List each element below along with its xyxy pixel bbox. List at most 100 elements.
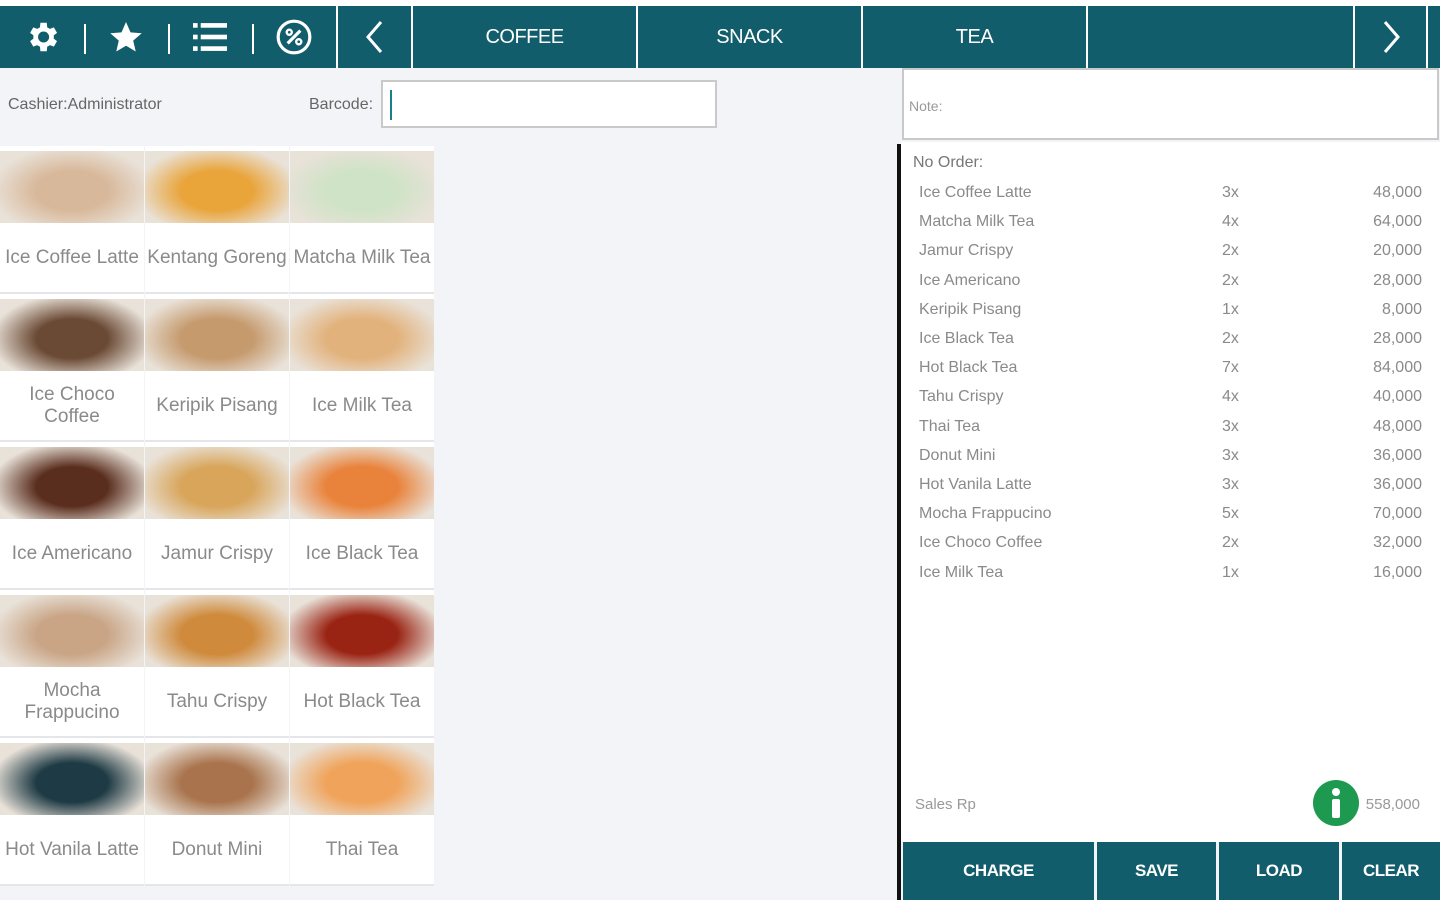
order-item-row[interactable]: Ice Choco Coffee 2x 32,000 — [919, 534, 1422, 563]
order-item-name: Ice Milk Tea — [919, 563, 1004, 581]
product-name: Ice Americano — [11, 542, 133, 564]
favorites-button[interactable] — [84, 6, 168, 68]
sales-total: 558,000 — [1365, 796, 1420, 813]
info-button[interactable] — [1313, 780, 1359, 826]
product-tile[interactable]: Ice Black Tea — [290, 442, 434, 590]
order-item-qty: 2x — [1222, 271, 1239, 289]
product-tile[interactable]: Hot Vanila Latte — [0, 738, 144, 886]
order-item-row[interactable]: Hot Black Tea 7x 84,000 — [919, 359, 1422, 388]
order-item-name: Donut Mini — [919, 446, 996, 464]
order-item-price: 84,000 — [1373, 359, 1422, 377]
product-tile[interactable]: Jamur Crispy — [145, 442, 289, 590]
note-label: Note: — [909, 98, 943, 114]
product-name: Hot Black Tea — [303, 690, 421, 712]
barcode-label: Barcode: — [309, 96, 374, 113]
product-tile[interactable]: Mocha Frappucino — [0, 590, 144, 738]
order-item-qty: 3x — [1222, 184, 1239, 201]
product-image — [290, 299, 434, 371]
text-caret — [390, 90, 392, 120]
product-name: Jamur Crispy — [161, 542, 273, 564]
order-item-row[interactable]: Keripik Pisang 1x 8,000 — [919, 301, 1422, 330]
order-item-qty: 7x — [1222, 359, 1239, 377]
order-item-row[interactable]: Matcha Milk Tea 4x 64,000 — [919, 213, 1422, 242]
order-panel: No Order: Ice Coffee Latte 3x 48,000 Matcha… — [901, 142, 1440, 842]
product-tile[interactable]: Matcha Milk Tea — [290, 146, 434, 294]
product-name: Tahu Crispy — [166, 690, 268, 712]
order-item-row[interactable]: Ice Black Tea 2x 28,000 — [919, 330, 1422, 359]
order-item-name: Ice Choco Coffee — [919, 534, 1043, 552]
discount-button[interactable] — [252, 6, 336, 68]
tab-tea[interactable]: TEA — [863, 6, 1086, 68]
order-item-qty: 1x — [1222, 300, 1239, 318]
product-image — [0, 595, 144, 667]
order-item-price: 40,000 — [1373, 388, 1422, 406]
clear-button[interactable]: CLEAR — [1342, 842, 1440, 900]
toolbar-icon-group — [0, 6, 336, 68]
product-image — [0, 151, 144, 223]
charge-button[interactable]: CHARGE — [903, 842, 1094, 900]
tab-snack[interactable]: SNACK — [638, 6, 861, 68]
order-item-row[interactable]: Jamur Crispy 2x 20,000 — [919, 242, 1422, 271]
order-item-qty: 4x — [1222, 388, 1239, 406]
order-item-name: Matcha Milk Tea — [919, 213, 1035, 231]
product-tile[interactable]: Thai Tea — [290, 738, 434, 886]
product-tile[interactable]: Ice Milk Tea — [290, 294, 434, 442]
product-tile[interactable]: Ice Coffee Latte — [0, 146, 144, 294]
order-item-price: 32,000 — [1373, 534, 1422, 552]
order-item-row[interactable]: Ice Coffee Latte 3x 48,000 — [919, 184, 1422, 213]
order-item-price: 36,000 — [1373, 476, 1422, 493]
list-button[interactable] — [168, 6, 252, 68]
order-item-qty: 3x — [1222, 446, 1239, 464]
load-button[interactable]: LOAD — [1219, 842, 1339, 900]
order-item-name: Ice Americano — [919, 271, 1021, 289]
order-item-name: Ice Black Tea — [919, 330, 1014, 347]
order-item-row[interactable]: Ice Americano 2x 28,000 — [919, 272, 1422, 301]
product-tile[interactable]: Keripik Pisang — [145, 294, 289, 442]
order-item-name: Keripik Pisang — [919, 300, 1022, 318]
order-item-name: Tahu Crispy — [919, 388, 1004, 406]
order-item-name: Hot Black Tea — [919, 359, 1018, 377]
order-item-row[interactable]: Donut Mini 3x 36,000 — [919, 447, 1422, 476]
product-tile[interactable]: Hot Black Tea — [290, 590, 434, 738]
order-item-qty: 4x — [1222, 213, 1239, 231]
percent-icon — [276, 19, 312, 55]
order-item-name: Hot Vanila Latte — [919, 476, 1032, 493]
note-field[interactable]: Note: — [902, 68, 1439, 140]
product-name: Keripik Pisang — [156, 394, 278, 416]
toolbar-end-cap — [1428, 6, 1440, 68]
order-item-qty: 3x — [1222, 476, 1239, 493]
order-item-qty: 2x — [1222, 534, 1239, 552]
tab-coffee[interactable]: COFFEE — [413, 6, 636, 68]
gear-icon — [30, 22, 58, 52]
next-category-button[interactable] — [1355, 6, 1426, 68]
order-item-name: Mocha Frappucino — [919, 505, 1052, 523]
product-grid: Ice Coffee Latte Kentang Goreng Matcha Mil… — [0, 146, 434, 886]
product-image — [290, 595, 434, 667]
order-item-row[interactable]: Tahu Crispy 4x 40,000 — [919, 388, 1422, 417]
product-image — [0, 743, 144, 815]
order-item-row[interactable]: Thai Tea 3x 48,000 — [919, 418, 1422, 447]
product-name: Ice Choco Coffee — [29, 383, 115, 427]
product-tile[interactable]: Kentang Goreng — [145, 146, 289, 294]
order-item-price: 20,000 — [1373, 242, 1422, 260]
star-icon — [110, 22, 142, 52]
order-item-name: Ice Coffee Latte — [919, 184, 1032, 201]
product-image — [290, 447, 434, 519]
product-tile[interactable]: Ice Choco Coffee — [0, 294, 144, 442]
order-item-row[interactable]: Mocha Frappucino 5x 70,000 — [919, 505, 1422, 534]
prev-category-button[interactable] — [338, 6, 411, 68]
settings-button[interactable] — [0, 6, 84, 68]
order-item-row[interactable]: Ice Milk Tea 1x 16,000 — [919, 564, 1422, 593]
tab-empty[interactable] — [1088, 6, 1353, 68]
product-tile[interactable]: Tahu Crispy — [145, 590, 289, 738]
order-item-row[interactable]: Hot Vanila Latte 3x 36,000 — [919, 476, 1422, 505]
order-item-qty: 5x — [1222, 505, 1239, 523]
product-name: Ice Coffee Latte — [5, 246, 139, 268]
order-item-price: 48,000 — [1373, 184, 1422, 201]
save-button[interactable]: SAVE — [1097, 842, 1216, 900]
order-item-price: 36,000 — [1373, 446, 1422, 464]
barcode-input[interactable] — [381, 80, 717, 128]
product-tile[interactable]: Ice Americano — [0, 442, 144, 590]
product-name: Kentang Goreng — [147, 246, 287, 268]
product-tile[interactable]: Donut Mini — [145, 738, 289, 886]
